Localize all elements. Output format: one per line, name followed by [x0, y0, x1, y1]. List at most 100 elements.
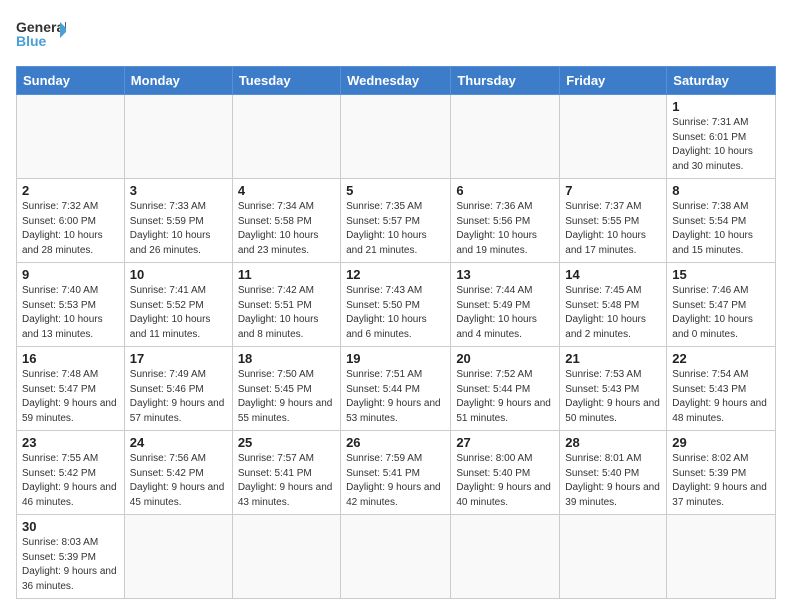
day-info: Sunrise: 7:51 AM Sunset: 5:44 PM Dayligh… — [346, 368, 445, 426]
day-info: Sunrise: 7:46 AM Sunset: 5:47 PM Dayligh… — [672, 284, 770, 342]
day-info: Sunrise: 7:48 AM Sunset: 5:47 PM Dayligh… — [22, 368, 119, 426]
weekday-tuesday: Tuesday — [232, 67, 340, 95]
week-row-3: 16Sunrise: 7:48 AM Sunset: 5:47 PM Dayli… — [17, 347, 776, 431]
weekday-thursday: Thursday — [451, 67, 560, 95]
calendar-cell — [124, 95, 232, 179]
calendar-cell: 4Sunrise: 7:34 AM Sunset: 5:58 PM Daylig… — [232, 179, 340, 263]
calendar-cell: 24Sunrise: 7:56 AM Sunset: 5:42 PM Dayli… — [124, 431, 232, 515]
calendar-cell: 15 Sunrise: 7:46 AM Sunset: 5:47 PM Dayli… — [667, 263, 776, 347]
day-info: Sunrise: 7:52 AM Sunset: 5:44 PM Dayligh… — [456, 368, 554, 426]
day-info: Sunrise: 7:38 AM Sunset: 5:54 PM Dayligh… — [672, 200, 770, 258]
day-info: Sunrise: 7:44 AM Sunset: 5:49 PM Dayligh… — [456, 284, 554, 342]
calendar-cell: 30Sunrise: 8:03 AM Sunset: 5:39 PM Dayli… — [17, 515, 125, 599]
day-info: Sunrise: 7:45 AM Sunset: 5:48 PM Dayligh… — [565, 284, 661, 342]
day-info: Sunrise: 7:40 AM Sunset: 5:53 PM Dayligh… — [22, 284, 119, 342]
week-row-5: 30Sunrise: 8:03 AM Sunset: 5:39 PM Dayli… — [17, 515, 776, 599]
calendar-cell: 13 Sunrise: 7:44 AM Sunset: 5:49 PM Dayli… — [451, 263, 560, 347]
day-number: 7 — [565, 183, 661, 198]
week-row-1: 2 Sunrise: 7:32 AM Sunset: 6:00 PM Daylig… — [17, 179, 776, 263]
day-info: Sunrise: 7:54 AM Sunset: 5:43 PM Dayligh… — [672, 368, 770, 426]
calendar-cell — [451, 515, 560, 599]
day-number: 13 — [456, 267, 554, 282]
calendar-cell: 27Sunrise: 8:00 AM Sunset: 5:40 PM Dayli… — [451, 431, 560, 515]
calendar-cell: 2 Sunrise: 7:32 AM Sunset: 6:00 PM Daylig… — [17, 179, 125, 263]
day-number: 25 — [238, 435, 335, 450]
weekday-header-row: SundayMondayTuesdayWednesdayThursdayFrid… — [17, 67, 776, 95]
calendar-cell — [124, 515, 232, 599]
day-info: Sunrise: 7:57 AM Sunset: 5:41 PM Dayligh… — [238, 452, 335, 510]
calendar-cell: 11Sunrise: 7:42 AM Sunset: 5:51 PM Dayli… — [232, 263, 340, 347]
calendar-cell: 21 Sunrise: 7:53 AM Sunset: 5:43 PM Dayli… — [560, 347, 667, 431]
logo-svg: General Blue — [16, 16, 66, 54]
calendar-cell — [232, 95, 340, 179]
day-number: 28 — [565, 435, 661, 450]
calendar-cell: 19Sunrise: 7:51 AM Sunset: 5:44 PM Dayli… — [341, 347, 451, 431]
calendar-cell: 28 Sunrise: 8:01 AM Sunset: 5:40 PM Dayli… — [560, 431, 667, 515]
week-row-0: 1 Sunrise: 7:31 AM Sunset: 6:01 PM Daylig… — [17, 95, 776, 179]
day-info: Sunrise: 7:49 AM Sunset: 5:46 PM Dayligh… — [130, 368, 227, 426]
day-info: Sunrise: 7:59 AM Sunset: 5:41 PM Dayligh… — [346, 452, 445, 510]
calendar-cell: 1 Sunrise: 7:31 AM Sunset: 6:01 PM Daylig… — [667, 95, 776, 179]
calendar-cell — [560, 95, 667, 179]
day-info: Sunrise: 8:03 AM Sunset: 5:39 PM Dayligh… — [22, 536, 119, 594]
day-number: 15 — [672, 267, 770, 282]
day-info: Sunrise: 7:35 AM Sunset: 5:57 PM Dayligh… — [346, 200, 445, 258]
calendar-cell — [560, 515, 667, 599]
calendar: SundayMondayTuesdayWednesdayThursdayFrid… — [16, 66, 776, 599]
day-info: Sunrise: 7:31 AM Sunset: 6:01 PM Dayligh… — [672, 116, 770, 174]
calendar-cell — [667, 515, 776, 599]
day-number: 20 — [456, 351, 554, 366]
calendar-cell — [17, 95, 125, 179]
calendar-cell: 9Sunrise: 7:40 AM Sunset: 5:53 PM Daylig… — [17, 263, 125, 347]
weekday-sunday: Sunday — [17, 67, 125, 95]
calendar-cell: 18Sunrise: 7:50 AM Sunset: 5:45 PM Dayli… — [232, 347, 340, 431]
calendar-cell: 14 Sunrise: 7:45 AM Sunset: 5:48 PM Dayli… — [560, 263, 667, 347]
svg-text:Blue: Blue — [16, 33, 47, 49]
calendar-cell: 17 Sunrise: 7:49 AM Sunset: 5:46 PM Dayli… — [124, 347, 232, 431]
day-number: 21 — [565, 351, 661, 366]
weekday-saturday: Saturday — [667, 67, 776, 95]
day-number: 8 — [672, 183, 770, 198]
day-number: 4 — [238, 183, 335, 198]
day-number: 2 — [22, 183, 119, 198]
calendar-cell: 16Sunrise: 7:48 AM Sunset: 5:47 PM Dayli… — [17, 347, 125, 431]
calendar-cell: 6 Sunrise: 7:36 AM Sunset: 5:56 PM Daylig… — [451, 179, 560, 263]
day-number: 26 — [346, 435, 445, 450]
calendar-cell: 5Sunrise: 7:35 AM Sunset: 5:57 PM Daylig… — [341, 179, 451, 263]
day-info: Sunrise: 7:33 AM Sunset: 5:59 PM Dayligh… — [130, 200, 227, 258]
weekday-friday: Friday — [560, 67, 667, 95]
calendar-cell — [451, 95, 560, 179]
day-info: Sunrise: 7:41 AM Sunset: 5:52 PM Dayligh… — [130, 284, 227, 342]
calendar-cell — [341, 515, 451, 599]
calendar-cell: 23Sunrise: 7:55 AM Sunset: 5:42 PM Dayli… — [17, 431, 125, 515]
day-info: Sunrise: 8:02 AM Sunset: 5:39 PM Dayligh… — [672, 452, 770, 510]
weekday-wednesday: Wednesday — [341, 67, 451, 95]
day-info: Sunrise: 7:53 AM Sunset: 5:43 PM Dayligh… — [565, 368, 661, 426]
day-info: Sunrise: 7:43 AM Sunset: 5:50 PM Dayligh… — [346, 284, 445, 342]
calendar-cell: 8 Sunrise: 7:38 AM Sunset: 5:54 PM Daylig… — [667, 179, 776, 263]
day-number: 11 — [238, 267, 335, 282]
day-number: 6 — [456, 183, 554, 198]
calendar-cell: 22Sunrise: 7:54 AM Sunset: 5:43 PM Dayli… — [667, 347, 776, 431]
calendar-cell: 10Sunrise: 7:41 AM Sunset: 5:52 PM Dayli… — [124, 263, 232, 347]
day-info: Sunrise: 8:00 AM Sunset: 5:40 PM Dayligh… — [456, 452, 554, 510]
calendar-cell: 3Sunrise: 7:33 AM Sunset: 5:59 PM Daylig… — [124, 179, 232, 263]
calendar-cell: 7Sunrise: 7:37 AM Sunset: 5:55 PM Daylig… — [560, 179, 667, 263]
day-number: 29 — [672, 435, 770, 450]
day-info: Sunrise: 7:55 AM Sunset: 5:42 PM Dayligh… — [22, 452, 119, 510]
day-number: 14 — [565, 267, 661, 282]
day-info: Sunrise: 7:32 AM Sunset: 6:00 PM Dayligh… — [22, 200, 119, 258]
calendar-cell: 12 Sunrise: 7:43 AM Sunset: 5:50 PM Dayli… — [341, 263, 451, 347]
weekday-monday: Monday — [124, 67, 232, 95]
day-info: Sunrise: 8:01 AM Sunset: 5:40 PM Dayligh… — [565, 452, 661, 510]
calendar-cell: 25 Sunrise: 7:57 AM Sunset: 5:41 PM Dayli… — [232, 431, 340, 515]
calendar-cell — [232, 515, 340, 599]
day-number: 12 — [346, 267, 445, 282]
page-header: General Blue — [16, 16, 776, 54]
day-number: 1 — [672, 99, 770, 114]
week-row-2: 9Sunrise: 7:40 AM Sunset: 5:53 PM Daylig… — [17, 263, 776, 347]
calendar-cell: 29 Sunrise: 8:02 AM Sunset: 5:39 PM Dayli… — [667, 431, 776, 515]
day-info: Sunrise: 7:36 AM Sunset: 5:56 PM Dayligh… — [456, 200, 554, 258]
day-info: Sunrise: 7:56 AM Sunset: 5:42 PM Dayligh… — [130, 452, 227, 510]
day-number: 17 — [130, 351, 227, 366]
